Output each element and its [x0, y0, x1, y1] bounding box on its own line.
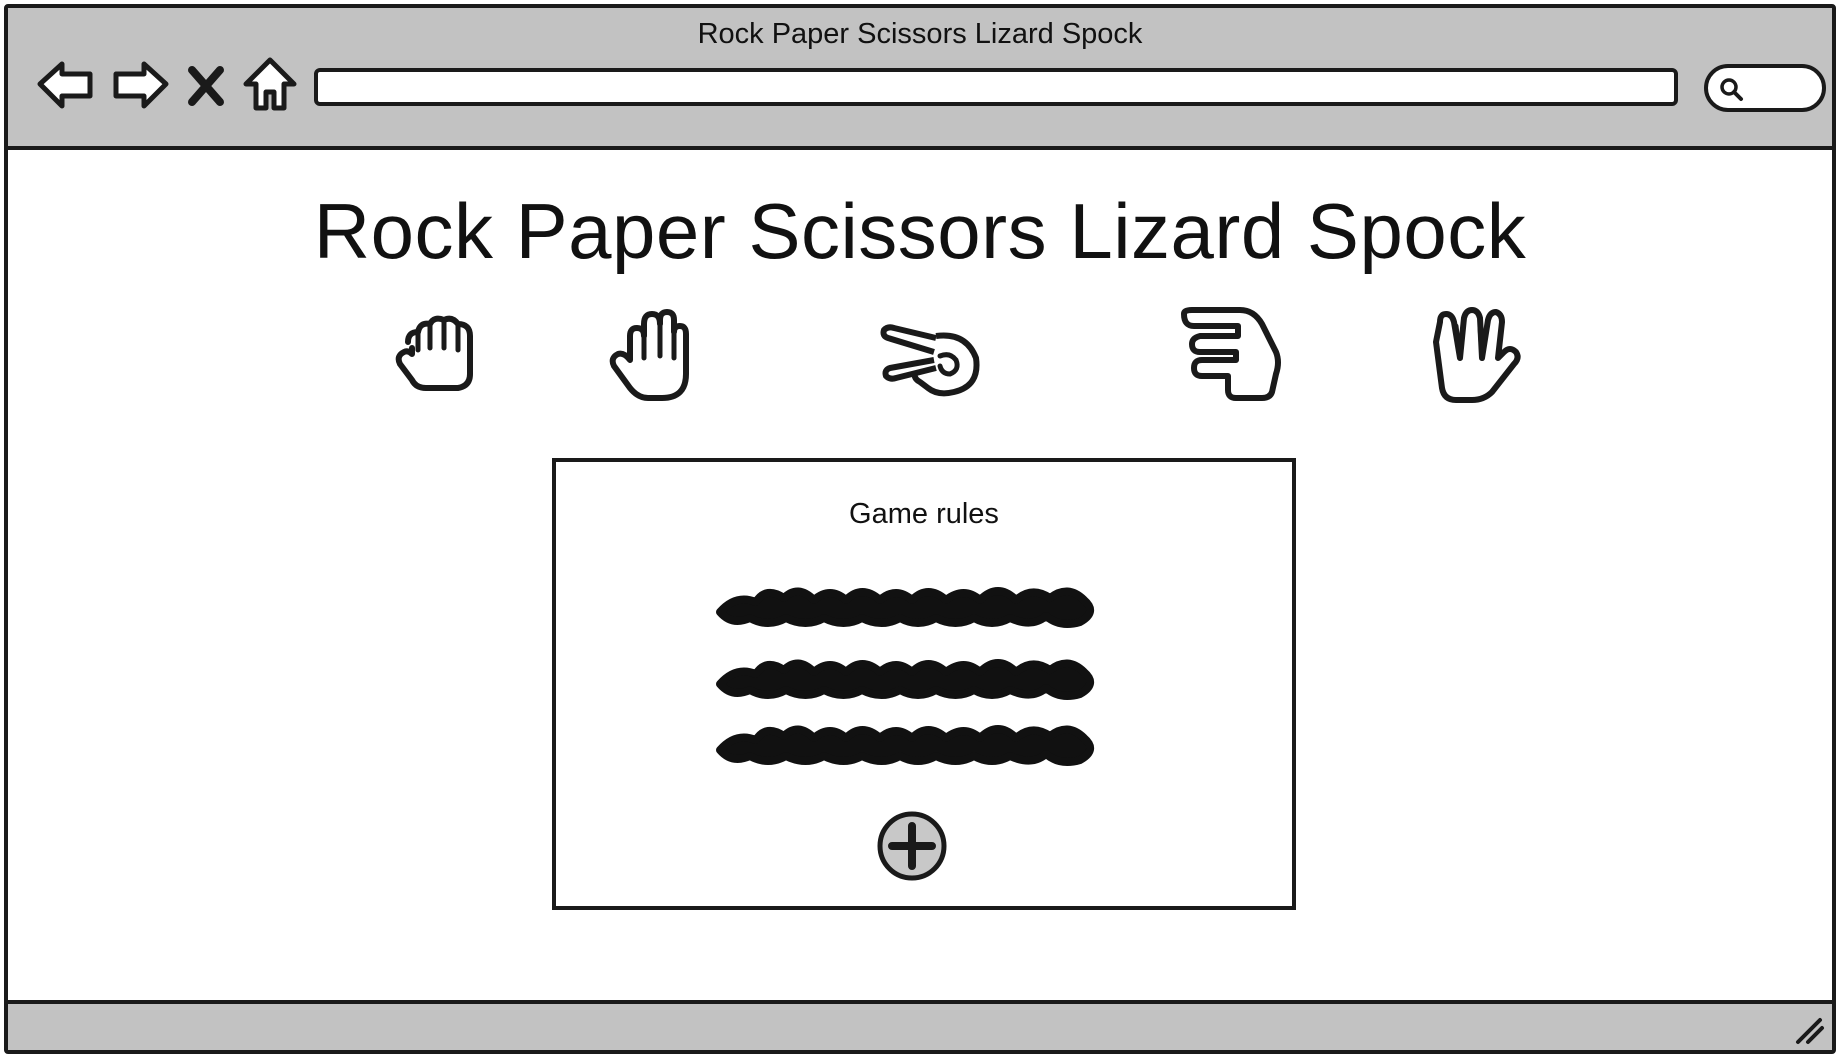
search-icon: [1720, 78, 1743, 101]
placeholder-text-scribble: [706, 576, 1102, 632]
close-x-icon[interactable]: [180, 52, 232, 116]
forward-arrow-icon[interactable]: [108, 52, 172, 116]
address-bar[interactable]: [314, 68, 1678, 106]
placeholder-text-scribble: [706, 714, 1102, 770]
browser-window: Rock Paper Scissors Lizard Spock Rock Pa…: [4, 4, 1836, 1054]
rock-hand-icon[interactable]: [386, 302, 494, 410]
scissors-hand-icon[interactable]: [876, 302, 984, 410]
game-rules-panel: Game rules: [552, 458, 1296, 910]
window-title: Rock Paper Scissors Lizard Spock: [697, 18, 1143, 50]
search-field[interactable]: [1704, 64, 1826, 112]
expand-rules-button[interactable]: [876, 810, 948, 882]
placeholder-text-scribble: [706, 648, 1102, 704]
rules-title: Game rules: [849, 498, 999, 530]
resize-grip-icon[interactable]: [1790, 1010, 1826, 1046]
lizard-hand-icon[interactable]: [1176, 302, 1284, 410]
page-title: Rock Paper Scissors Lizard Spock: [313, 187, 1527, 275]
home-icon[interactable]: [238, 52, 302, 116]
status-bar: [8, 1000, 1832, 1050]
back-arrow-icon[interactable]: [34, 52, 98, 116]
paper-hand-icon[interactable]: [600, 302, 708, 410]
plus-circle-icon: [877, 811, 947, 881]
spock-hand-icon[interactable]: [1420, 302, 1528, 410]
page-content: Rock Paper Scissors Lizard Spock Game ru…: [8, 150, 1832, 1008]
browser-chrome: Rock Paper Scissors Lizard Spock: [8, 8, 1832, 150]
